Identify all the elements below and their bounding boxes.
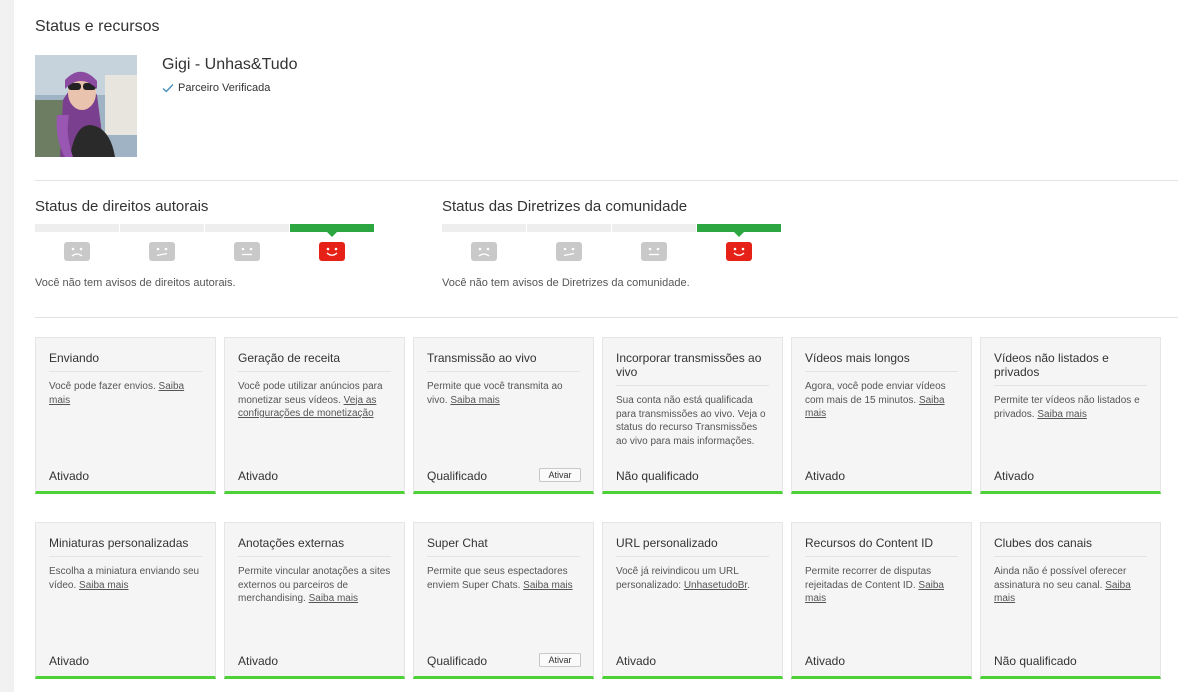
card-title: Enviando [49,351,202,372]
checkmark-icon [162,84,174,93]
feature-card-custom-url: URL personalizado Você já reivindicou um… [602,522,783,679]
neutral-face-icon [641,242,667,261]
copyright-strike-bar [35,224,374,237]
feature-card-custom-thumbnails: Miniaturas personalizadas Escolha a mini… [35,522,216,679]
card-title: Vídeos não listados e privados [994,351,1147,386]
feature-card-channel-memberships: Clubes dos canais Ainda não é possível o… [980,522,1161,679]
copyright-status-title: Status de direitos autorais [35,198,209,215]
custom-url-link[interactable]: UnhasetudoBr [684,580,747,591]
card-desc: Escolha a miniatura enviando seu vídeo. … [49,565,202,592]
page-title: Status e recursos [35,18,160,35]
enable-button[interactable]: Ativar [539,468,581,482]
card-status: Ativado [49,469,90,483]
card-title: Vídeos mais longos [805,351,958,372]
card-title: URL personalizado [616,536,769,557]
feature-card-unlisted-private: Vídeos não listados e privados Permite t… [980,337,1161,494]
card-status: Ativado [238,469,279,483]
happy-face-icon [726,242,752,261]
features-row-2: Miniaturas personalizadas Escolha a mini… [35,522,1161,679]
card-title: Super Chat [427,536,580,557]
unsure-face-icon [149,242,175,261]
card-desc: Permite recorrer de disputas rejeitadas … [805,565,958,606]
card-desc: Agora, você pode enviar vídeos com mais … [805,380,958,421]
learn-more-link[interactable]: Saiba mais [309,593,358,604]
divider [35,180,1178,181]
status-panel: Status e recursos Gigi - Unhas&Tudo Parc… [14,0,1200,692]
card-desc: Ainda não é possível oferecer assinatura… [994,565,1147,606]
divider [35,317,1178,318]
strike-segment-active [290,224,374,237]
feature-card-external-annotations: Anotações externas Permite vincular anot… [224,522,405,679]
feature-card-monetization: Geração de receita Você pode utilizar an… [224,337,405,494]
community-status-title: Status das Diretrizes da comunidade [442,198,688,215]
community-strike-bar [442,224,781,237]
strike-segment [612,224,696,232]
strike-segment [527,224,611,232]
card-status: Ativado [49,654,90,668]
community-status: Status das Diretrizes da comunidade Você… [442,198,781,289]
card-desc: Você já reivindicou um URL personalizado… [616,566,750,591]
card-status: Ativado [805,469,846,483]
card-desc: Você pode utilizar anúncios para monetiz… [238,380,391,421]
feature-card-uploading: Enviando Você pode fazer envios. Saiba m… [35,337,216,494]
community-status-text: Você não tem avisos de Diretrizes da com… [442,277,690,289]
card-status: Qualificado [427,654,488,668]
card-status: Ativado [805,654,846,668]
card-desc-text: Você pode fazer envios. [49,381,156,392]
sad-face-icon [471,242,497,261]
copyright-status: Status de direitos autorais Você não tem… [35,198,374,289]
card-status: Ativado [238,654,279,668]
card-desc-text: Permite recorrer de disputas rejeitadas … [805,566,932,591]
card-title: Miniaturas personalizadas [49,536,202,557]
strike-segment [205,224,289,232]
channel-name: Gigi - Unhas&Tudo [162,56,298,73]
card-status: Ativado [616,654,657,668]
unsure-face-icon [556,242,582,261]
verified-badge: Parceiro Verificada [162,82,270,94]
card-status: Ativado [994,469,1035,483]
feature-card-content-id: Recursos do Content ID Permite recorrer … [791,522,972,679]
card-desc: Permite que você transmita ao vivo. Saib… [427,380,580,407]
card-title: Recursos do Content ID [805,536,958,557]
card-status: Não qualificado [994,654,1077,668]
learn-more-link[interactable]: Saiba mais [1037,409,1086,420]
card-desc: Permite vincular anotações a sites exter… [238,565,391,606]
strike-segment [442,224,526,232]
card-title: Clubes dos canais [994,536,1147,557]
sad-face-icon [64,242,90,261]
strike-segment [120,224,204,232]
card-title: Transmissão ao vivo [427,351,580,372]
community-faces [442,242,781,261]
card-desc: Permite ter vídeos não listados e privad… [994,394,1147,421]
features-row-1: Enviando Você pode fazer envios. Saiba m… [35,337,1161,494]
card-desc: Permite que seus espectadores enviem Sup… [427,565,580,592]
card-desc-text: Sua conta não está qualificada para tran… [616,395,766,447]
card-status: Não qualificado [616,469,699,483]
card-desc: Sua conta não está qualificada para tran… [616,394,769,448]
enable-button[interactable]: Ativar [539,653,581,667]
happy-face-icon [319,242,345,261]
learn-more-link[interactable]: Saiba mais [79,580,128,591]
card-title: Geração de receita [238,351,391,372]
strike-segment-active [697,224,781,237]
copyright-faces [35,242,374,261]
card-status: Qualificado [427,469,488,483]
learn-more-link[interactable]: Saiba mais [523,580,572,591]
copyright-status-text: Você não tem avisos de direitos autorais… [35,277,236,289]
card-desc: Você pode fazer envios. Saiba mais [49,380,202,407]
learn-more-link[interactable]: Saiba mais [450,395,499,406]
channel-avatar [35,55,137,157]
avatar-photo [35,55,137,157]
verified-label: Parceiro Verificada [178,82,271,94]
card-title: Incorporar transmissões ao vivo [616,351,769,386]
feature-card-embed-live: Incorporar transmissões ao vivo Sua cont… [602,337,783,494]
feature-card-longer-videos: Vídeos mais longos Agora, você pode envi… [791,337,972,494]
feature-card-live-streaming: Transmissão ao vivo Permite que você tra… [413,337,594,494]
feature-card-super-chat: Super Chat Permite que seus espectadores… [413,522,594,679]
neutral-face-icon [234,242,260,261]
card-title: Anotações externas [238,536,391,557]
strike-segment [35,224,119,232]
